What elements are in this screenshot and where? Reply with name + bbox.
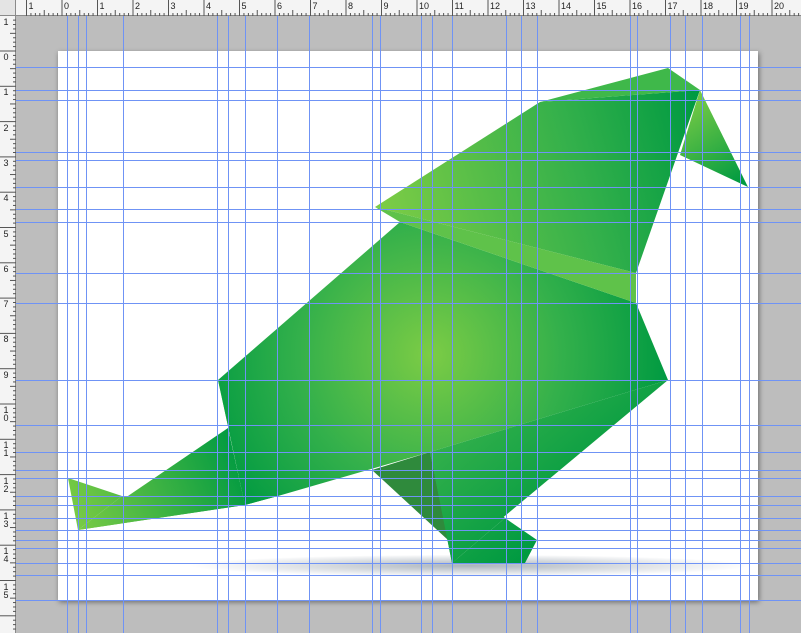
illustrator-window: 1 0 1 2 3 4 5 6 7 8 9 10 11 12 13 14 15 16 17 18 19 20 101234… bbox=[0, 0, 801, 633]
ruler-label: 10 bbox=[419, 1, 430, 11]
ruler-label: 5 bbox=[3, 228, 9, 239]
ruler-label: 19 bbox=[738, 1, 749, 11]
ruler-label: 3 bbox=[170, 1, 176, 11]
ruler-label: 1 bbox=[3, 87, 9, 98]
vertical-ruler-ticks bbox=[0, 19, 16, 630]
ruler-label: 17 bbox=[667, 1, 678, 11]
ruler-label: 12 bbox=[3, 475, 9, 494]
ruler-label: 6 bbox=[277, 1, 283, 11]
ruler-label: 1 bbox=[99, 1, 105, 11]
horizontal-ruler-ticks bbox=[26, 0, 800, 16]
ruler-label: 9 bbox=[3, 369, 9, 380]
ruler-label: 14 bbox=[561, 1, 572, 11]
horizontal-ruler[interactable]: 1 0 1 2 3 4 5 6 7 8 9 10 11 12 13 14 15 16 17 18 19 20 bbox=[0, 0, 801, 16]
origami-bird-artwork[interactable] bbox=[16, 16, 801, 633]
ruler-label: 12 bbox=[490, 1, 501, 11]
ruler-label: 16 bbox=[632, 1, 643, 11]
canvas-pasteboard[interactable] bbox=[16, 16, 801, 633]
ruler-label: 9 bbox=[383, 1, 389, 11]
ruler-label: 1 bbox=[3, 16, 9, 27]
ruler-label: 13 bbox=[525, 1, 536, 11]
ruler-origin-corner[interactable] bbox=[0, 0, 16, 16]
ruler-label: 20 bbox=[774, 1, 785, 11]
ruler-label: 7 bbox=[3, 299, 9, 310]
ruler-label: 11 bbox=[454, 1, 464, 11]
ruler-label: 8 bbox=[3, 334, 9, 345]
ruler-label: 5 bbox=[241, 1, 247, 11]
ruler-label: 14 bbox=[3, 546, 9, 565]
ruler-label: 3 bbox=[3, 157, 9, 168]
ruler-label: 2 bbox=[3, 122, 9, 133]
ruler-label: 7 bbox=[312, 1, 318, 11]
ruler-label: 1 bbox=[28, 1, 34, 11]
ruler-label: 8 bbox=[348, 1, 354, 11]
ruler-label: 13 bbox=[3, 510, 9, 529]
ruler-label: 0 bbox=[3, 52, 9, 62]
ruler-label: 15 bbox=[3, 581, 9, 600]
ruler-label: 4 bbox=[206, 1, 212, 11]
ruler-label: 11 bbox=[3, 440, 9, 459]
vertical-ruler[interactable]: 10123456789101112131415 bbox=[0, 16, 16, 633]
ruler-label: 0 bbox=[64, 1, 70, 11]
ruler-label: 10 bbox=[3, 405, 9, 423]
ruler-label: 15 bbox=[596, 1, 607, 11]
ruler-label: 6 bbox=[3, 263, 9, 274]
ruler-label: 2 bbox=[135, 1, 141, 11]
ruler-label: 18 bbox=[703, 1, 714, 11]
ruler-label: 4 bbox=[3, 193, 9, 204]
